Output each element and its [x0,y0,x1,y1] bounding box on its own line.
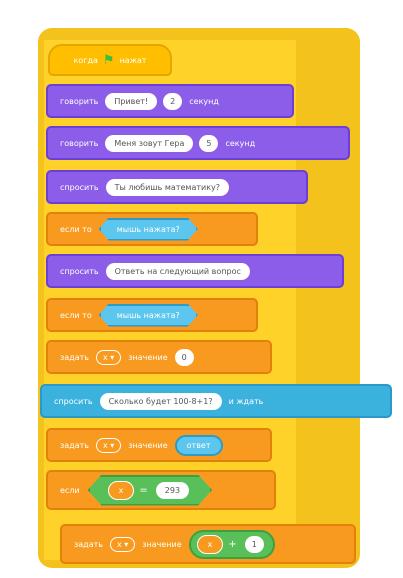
plus-sign: + [228,538,237,550]
block-label: если то [60,310,92,320]
ask-and-wait-block[interactable]: спросить Сколько будет 100-8+1? и ждать [40,384,392,418]
block-mid: значение [128,440,168,450]
mouse-down-sensor[interactable]: мышь нажата? [99,304,198,327]
x-reporter[interactable]: x [108,481,135,500]
block-mid: значение [142,539,182,549]
variable-dropdown[interactable]: x ▾ [95,437,122,453]
block-label: задать [60,440,89,450]
hat-prefix: когда [73,55,98,65]
ask-block-1[interactable]: спросить Ты любишь математику? [46,170,308,204]
say-for-secs-block-2[interactable]: говорить Меня зовут Гера 5 секунд [46,126,350,160]
question-input[interactable]: Сколько будет 100-8+1? [99,392,222,410]
block-label: спросить [54,396,93,406]
block-label: если то [60,224,92,234]
if-mouse-down-block-2[interactable]: если то мышь нажата? [46,298,258,332]
equals-sign: = [139,484,148,496]
if-equals-block[interactable]: если x = 293 [46,470,276,510]
block-label: говорить [60,138,99,148]
block-mid: значение [128,352,168,362]
block-label: спросить [60,266,99,276]
block-suffix: и ждать [228,396,264,406]
say-for-secs-block-1[interactable]: говорить Привет! 2 секунд [46,84,294,118]
seconds-input[interactable]: 5 [199,134,219,152]
block-suffix: секунд [189,96,219,106]
question-input[interactable]: Ответь на следующий вопрос [105,262,250,280]
addend-input[interactable]: 1 [244,535,264,553]
block-label: говорить [60,96,99,106]
if-mouse-down-block-1[interactable]: если то мышь нажата? [46,212,258,246]
when-flag-clicked-block[interactable]: когда ⚑ нажат [48,44,172,76]
answer-reporter[interactable]: ответ [174,434,223,456]
ask-block-2[interactable]: спросить Ответь на следующий вопрос [46,254,344,288]
message-input[interactable]: Привет! [105,92,158,110]
set-variable-block-3[interactable]: задать x ▾ значение x + 1 [60,524,356,564]
seconds-input[interactable]: 2 [163,92,183,110]
set-variable-block-2[interactable]: задать x ▾ значение ответ [46,428,272,462]
block-label: задать [60,352,89,362]
set-variable-block-1[interactable]: задать x ▾ значение 0 [46,340,272,374]
x-reporter[interactable]: x [196,534,224,554]
compare-value-input[interactable]: 293 [156,482,189,499]
equals-operator[interactable]: x = 293 [88,475,212,506]
variable-dropdown[interactable]: x ▾ [95,349,122,365]
message-input[interactable]: Меня зовут Гера [105,134,194,152]
hat-suffix: нажат [119,55,147,65]
block-label: спросить [60,182,99,192]
add-operator[interactable]: x + 1 [188,529,275,559]
block-label: если [60,485,80,495]
question-input[interactable]: Ты любишь математику? [105,178,230,196]
value-input[interactable]: 0 [174,348,194,366]
green-flag-icon: ⚑ [102,52,115,68]
block-label: задать [74,539,103,549]
block-suffix: секунд [225,138,256,148]
variable-dropdown[interactable]: x ▾ [109,536,136,552]
mouse-down-sensor[interactable]: мышь нажата? [99,218,198,241]
